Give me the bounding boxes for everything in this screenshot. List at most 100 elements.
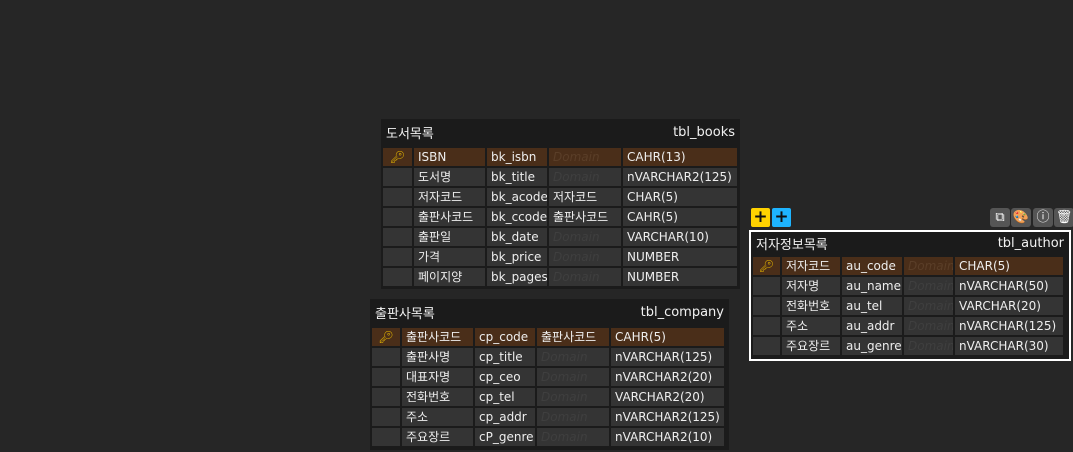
data-type-cell[interactable]: nVARCHAR2(125) — [611, 408, 724, 428]
table-row[interactable]: 출판일 bk_date Domain VARCHAR(10) — [383, 228, 738, 248]
domain-cell[interactable]: Domain — [537, 348, 609, 368]
domain-cell[interactable]: Domain — [904, 257, 953, 277]
data-type-cell[interactable]: nVARCHAR2(20) — [611, 368, 724, 388]
table-company[interactable]: 출판사목록 tbl_company 🔑︎ 출판사코드 cp_code 출판사코드 CAHR… — [370, 299, 729, 450]
table-row[interactable]: 주요장르 au_genre Domain nVARCHAR(30) — [753, 337, 1067, 357]
table-row[interactable]: 저자명 au_name Domain nVARCHAR(50) — [753, 277, 1067, 297]
physical-name-cell[interactable]: bk_acode — [487, 188, 547, 208]
physical-name-cell[interactable]: au_name — [842, 277, 902, 297]
physical-name-cell[interactable]: bk_price — [487, 248, 547, 268]
data-type-cell[interactable]: CHAR(5) — [955, 257, 1063, 277]
physical-name-cell[interactable]: au_code — [842, 257, 902, 277]
table-books[interactable]: 도서목록 tbl_books 🔑︎ ISBN bk_isbn Domain CAHR(13… — [381, 119, 740, 289]
data-type-cell[interactable]: nVARCHAR2(10) — [611, 428, 724, 448]
table-row[interactable]: 저자코드 bk_acode 저자코드 CHAR(5) — [383, 188, 738, 208]
data-type-cell[interactable]: nVARCHAR2(125) — [623, 168, 737, 188]
domain-cell[interactable]: Domain — [537, 388, 609, 408]
domain-cell[interactable]: Domain — [537, 428, 609, 448]
physical-name-cell[interactable]: cP_genre — [475, 428, 535, 448]
table-row[interactable]: 주소 cp_addr Domain nVARCHAR2(125) — [372, 408, 727, 428]
data-type-cell[interactable]: nVARCHAR(125) — [611, 348, 724, 368]
table-row[interactable]: 🔑︎ 출판사코드 cp_code 출판사코드 CAHR(5) — [372, 328, 727, 348]
data-type-cell[interactable]: nVARCHAR(30) — [955, 337, 1063, 357]
add-relation-button[interactable]: + — [772, 208, 791, 227]
physical-name-cell[interactable]: cp_code — [475, 328, 535, 348]
domain-cell[interactable]: Domain — [904, 337, 953, 357]
table-row[interactable]: 출판사코드 bk_ccode 출판사코드 CAHR(5) — [383, 208, 738, 228]
logical-name-cell[interactable]: 저자코드 — [414, 188, 485, 208]
data-type-cell[interactable]: VARCHAR(20) — [955, 297, 1063, 317]
domain-cell[interactable]: Domain — [537, 408, 609, 428]
logical-name-cell[interactable]: 주소 — [402, 408, 473, 428]
data-type-cell[interactable]: VARCHAR(10) — [623, 228, 737, 248]
data-type-cell[interactable]: CHAR(5) — [623, 188, 737, 208]
data-type-cell[interactable]: VARCHAR2(20) — [611, 388, 724, 408]
physical-name-cell[interactable]: cp_ceo — [475, 368, 535, 388]
physical-name-cell[interactable]: bk_ccode — [487, 208, 547, 228]
table-row[interactable]: 주요장르 cP_genre Domain nVARCHAR2(10) — [372, 428, 727, 448]
table-row[interactable]: 도서명 bk_title Domain nVARCHAR2(125) — [383, 168, 738, 188]
info-icon[interactable]: ⓘ — [1033, 208, 1053, 227]
table-row[interactable]: 가격 bk_price Domain NUMBER — [383, 248, 738, 268]
domain-cell[interactable]: Domain — [904, 277, 953, 297]
physical-name-cell[interactable]: bk_title — [487, 168, 547, 188]
data-type-cell[interactable]: CAHR(5) — [611, 328, 724, 348]
data-type-cell[interactable]: nVARCHAR(50) — [955, 277, 1063, 297]
domain-cell[interactable]: Domain — [549, 148, 621, 168]
logical-name-cell[interactable]: 출판일 — [414, 228, 485, 248]
logical-name-cell[interactable]: 저자명 — [782, 277, 840, 297]
domain-cell[interactable]: Domain — [904, 317, 953, 337]
table-row[interactable]: 전화번호 cp_tel Domain VARCHAR2(20) — [372, 388, 727, 408]
physical-name-cell[interactable]: bk_pages — [487, 268, 547, 288]
add-column-button[interactable]: + — [751, 208, 770, 227]
physical-name-cell[interactable]: au_addr — [842, 317, 902, 337]
table-row[interactable]: 🔑︎ ISBN bk_isbn Domain CAHR(13) — [383, 148, 738, 168]
logical-name-cell[interactable]: 주요장르 — [782, 337, 840, 357]
physical-name-cell[interactable]: au_tel — [842, 297, 902, 317]
palette-icon[interactable]: 🎨 — [1011, 208, 1031, 227]
logical-name-cell[interactable]: 출판사코드 — [402, 328, 473, 348]
trash-icon[interactable]: 🗑 — [1054, 208, 1073, 227]
logical-name-cell[interactable]: 출판사코드 — [414, 208, 485, 228]
logical-name-cell[interactable]: 페이지양 — [414, 268, 485, 288]
table-row[interactable]: 전화번호 au_tel Domain VARCHAR(20) — [753, 297, 1067, 317]
domain-cell[interactable]: Domain — [549, 168, 621, 188]
data-type-cell[interactable]: NUMBER — [623, 248, 737, 268]
physical-name-cell[interactable]: bk_isbn — [487, 148, 547, 168]
logical-name-cell[interactable]: 주소 — [782, 317, 840, 337]
table-row[interactable]: 주소 au_addr Domain nVARCHAR(125) — [753, 317, 1067, 337]
table-author[interactable]: 저자정보목록 tbl_author 🔑︎ 저자코드 au_code Domain CHAR… — [749, 230, 1071, 361]
copy-icon[interactable]: ⧉ — [990, 208, 1010, 227]
domain-cell[interactable]: Domain — [904, 297, 953, 317]
table-row[interactable]: 페이지양 bk_pages Domain NUMBER — [383, 268, 738, 288]
data-type-cell[interactable]: nVARCHAR(125) — [955, 317, 1063, 337]
data-type-cell[interactable]: CAHR(13) — [623, 148, 737, 168]
physical-name-cell[interactable]: cp_addr — [475, 408, 535, 428]
domain-cell[interactable]: Domain — [549, 228, 621, 248]
domain-cell[interactable]: Domain — [549, 248, 621, 268]
domain-cell[interactable]: 출판사코드 — [537, 328, 609, 348]
logical-name-cell[interactable]: 전화번호 — [782, 297, 840, 317]
logical-name-cell[interactable]: 전화번호 — [402, 388, 473, 408]
logical-name-cell[interactable]: 도서명 — [414, 168, 485, 188]
logical-name-cell[interactable]: ISBN — [414, 148, 485, 168]
physical-name-cell[interactable]: au_genre — [842, 337, 902, 357]
data-type-cell[interactable]: CAHR(5) — [623, 208, 737, 228]
domain-cell[interactable]: 저자코드 — [549, 188, 621, 208]
physical-name-cell[interactable]: cp_title — [475, 348, 535, 368]
physical-name-cell[interactable]: bk_date — [487, 228, 547, 248]
logical-name-cell[interactable]: 출판사명 — [402, 348, 473, 368]
domain-cell[interactable]: 출판사코드 — [549, 208, 621, 228]
logical-name-cell[interactable]: 가격 — [414, 248, 485, 268]
table-name: tbl_author — [997, 236, 1064, 251]
logical-name-cell[interactable]: 대표자명 — [402, 368, 473, 388]
table-row[interactable]: 🔑︎ 저자코드 au_code Domain CHAR(5) — [753, 257, 1067, 277]
physical-name-cell[interactable]: cp_tel — [475, 388, 535, 408]
table-row[interactable]: 대표자명 cp_ceo Domain nVARCHAR2(20) — [372, 368, 727, 388]
domain-cell[interactable]: Domain — [549, 268, 621, 288]
domain-cell[interactable]: Domain — [537, 368, 609, 388]
table-row[interactable]: 출판사명 cp_title Domain nVARCHAR(125) — [372, 348, 727, 368]
logical-name-cell[interactable]: 저자코드 — [782, 257, 840, 277]
logical-name-cell[interactable]: 주요장르 — [402, 428, 473, 448]
data-type-cell[interactable]: NUMBER — [623, 268, 737, 288]
